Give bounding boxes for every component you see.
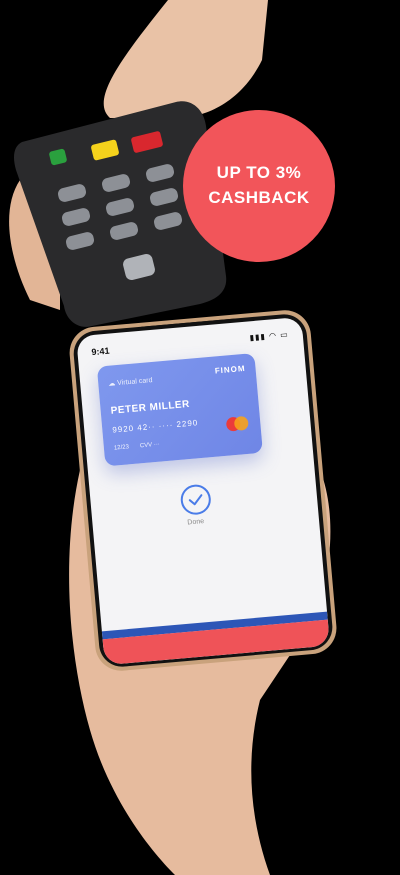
card-cvv: CVV ···: [139, 441, 161, 450]
status-time: 9:41: [91, 345, 110, 358]
checkmark-icon: [179, 483, 213, 516]
card-expiry: 12/23: [113, 444, 130, 452]
virtual-card[interactable]: ☁ Virtual card FINOM PETER MILLER 9920 4…: [96, 353, 263, 467]
photo-scene: UP TO 3% CASHBACK 9:41 ▮▮▮ ◠ ▭ ☁ Virtual…: [0, 0, 400, 875]
card-type-label: ☁ Virtual card: [108, 377, 153, 388]
phone-screen: 9:41 ▮▮▮ ◠ ▭ ☁ Virtual card FINOM PETER …: [76, 316, 330, 666]
cashback-badge: UP TO 3% CASHBACK: [183, 110, 335, 262]
done-label: Done: [187, 518, 205, 527]
card-holder-name: PETER MILLER: [110, 398, 191, 417]
card-number: 9920 42·· ···· 2290: [112, 418, 199, 435]
status-icons: ▮▮▮ ◠ ▭: [249, 329, 290, 343]
mastercard-logo-icon: [225, 415, 249, 432]
smartphone: 9:41 ▮▮▮ ◠ ▭ ☁ Virtual card FINOM PETER …: [67, 308, 338, 673]
cashback-line-2: CASHBACK: [208, 188, 310, 207]
card-brand: FINOM: [214, 363, 246, 376]
cashback-line-1: UP TO 3%: [216, 163, 302, 183]
